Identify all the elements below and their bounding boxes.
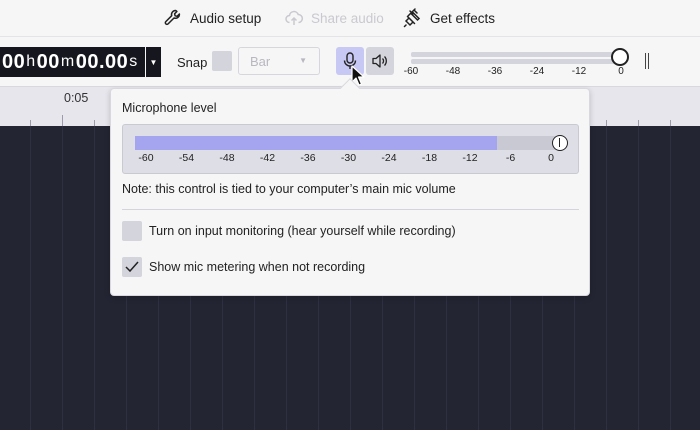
mic-level-tick-label: -24 <box>381 152 397 164</box>
checkmark-icon <box>125 261 139 273</box>
get-effects-menu[interactable]: Get effects <box>403 0 495 36</box>
mic-level-tick-label: -54 <box>178 152 195 164</box>
time-minutes-unit: m <box>60 53 75 70</box>
ruler-time-label: 0:05 <box>64 91 89 105</box>
playback-tick-label: 0 <box>618 66 624 77</box>
time-minutes: 00 <box>36 50 60 73</box>
mic-level-tick-label: -48 <box>219 152 235 164</box>
snap-select[interactable]: Bar ▼ <box>238 47 320 75</box>
track-grid-line <box>670 126 671 430</box>
mic-metering-checkbox[interactable] <box>122 257 142 277</box>
mic-level-fill <box>135 136 498 150</box>
playback-tick-label: -12 <box>571 66 587 77</box>
track-grid-line <box>62 126 63 430</box>
time-hours-unit: h <box>26 53 36 70</box>
mic-metering-option[interactable]: Show mic metering when not recording <box>122 257 365 277</box>
playback-tick-label: -36 <box>487 66 503 77</box>
mic-level-tick-label: -36 <box>300 152 316 164</box>
mic-level-tick-label: -12 <box>462 152 478 164</box>
top-menu-bar: Audio setup Share audio Get effects <box>0 0 700 36</box>
playback-tick-label: -48 <box>445 66 461 77</box>
track-grid-line <box>606 126 607 430</box>
popover-divider <box>122 209 579 210</box>
popover-title: Microphone level <box>122 101 217 115</box>
input-monitoring-option[interactable]: Turn on input monitoring (hear yourself … <box>122 221 456 241</box>
track-grid-line <box>30 126 31 430</box>
mic-level-tick-label: 0 <box>548 152 554 164</box>
playback-tick-label: -24 <box>529 66 545 77</box>
mic-level-track <box>135 136 561 150</box>
share-audio-menu[interactable]: Share audio <box>284 0 384 36</box>
toolbar-grip[interactable] <box>645 53 649 69</box>
mic-level-knob[interactable] <box>552 135 568 151</box>
mic-level-tick-label: -6 <box>505 152 516 164</box>
track-grid-line <box>638 126 639 430</box>
time-hours: 00 <box>2 50 26 73</box>
playback-volume-knob[interactable] <box>611 48 629 66</box>
caret-down-icon: ▼ <box>149 57 158 67</box>
mic-level-tick-label: -30 <box>340 152 357 164</box>
share-audio-label: Share audio <box>311 10 384 26</box>
time-format-dropdown[interactable]: ▼ <box>146 47 161 77</box>
plug-icon <box>403 8 421 28</box>
mic-level-tick-label: -42 <box>259 152 276 164</box>
snap-checkbox[interactable] <box>212 51 232 71</box>
mic-level-tick-label: -60 <box>138 152 154 164</box>
time-seconds-unit: s <box>129 53 138 70</box>
input-monitoring-label: Turn on input monitoring (hear yourself … <box>149 224 456 238</box>
chevron-down-icon: ▼ <box>299 56 307 65</box>
speaker-button[interactable] <box>366 47 394 75</box>
track-grid-line <box>94 126 95 430</box>
get-effects-label: Get effects <box>430 10 496 26</box>
microphone-level-popover: Microphone level -60 -54 -48 -42 -36 -30 -24 -1… <box>110 78 590 296</box>
playback-meter-ticks: -60 -48 -36 -24 -12 0 <box>398 66 638 80</box>
time-display[interactable]: 00 h 00 m 00.00 s <box>0 47 145 77</box>
audio-setup-menu[interactable]: Audio setup <box>163 0 261 36</box>
mic-metering-label: Show mic metering when not recording <box>149 260 366 274</box>
time-seconds: 00.00 <box>75 50 129 73</box>
mic-level-meter[interactable]: -60 -54 -48 -42 -36 -30 -24 -18 -12 -6 0 <box>122 124 579 174</box>
playback-meter-left <box>411 52 626 57</box>
mic-level-ticks: -60 -54 -48 -42 -36 -30 -24 -18 -12 -6 0 <box>123 152 580 166</box>
playback-tick-label: -60 <box>403 66 419 77</box>
speaker-icon <box>372 54 387 68</box>
mic-level-tick-label: -18 <box>421 152 438 164</box>
snap-label: Snap <box>177 55 208 70</box>
cloud-upload-icon <box>285 10 304 25</box>
audio-setup-label: Audio setup <box>190 10 262 26</box>
input-monitoring-checkbox[interactable] <box>122 221 142 241</box>
mic-volume-note: Note: this control is tied to your compu… <box>122 182 456 196</box>
snap-select-value: Bar <box>250 53 271 69</box>
wrench-icon <box>164 9 181 26</box>
playback-meter-right <box>411 59 626 64</box>
